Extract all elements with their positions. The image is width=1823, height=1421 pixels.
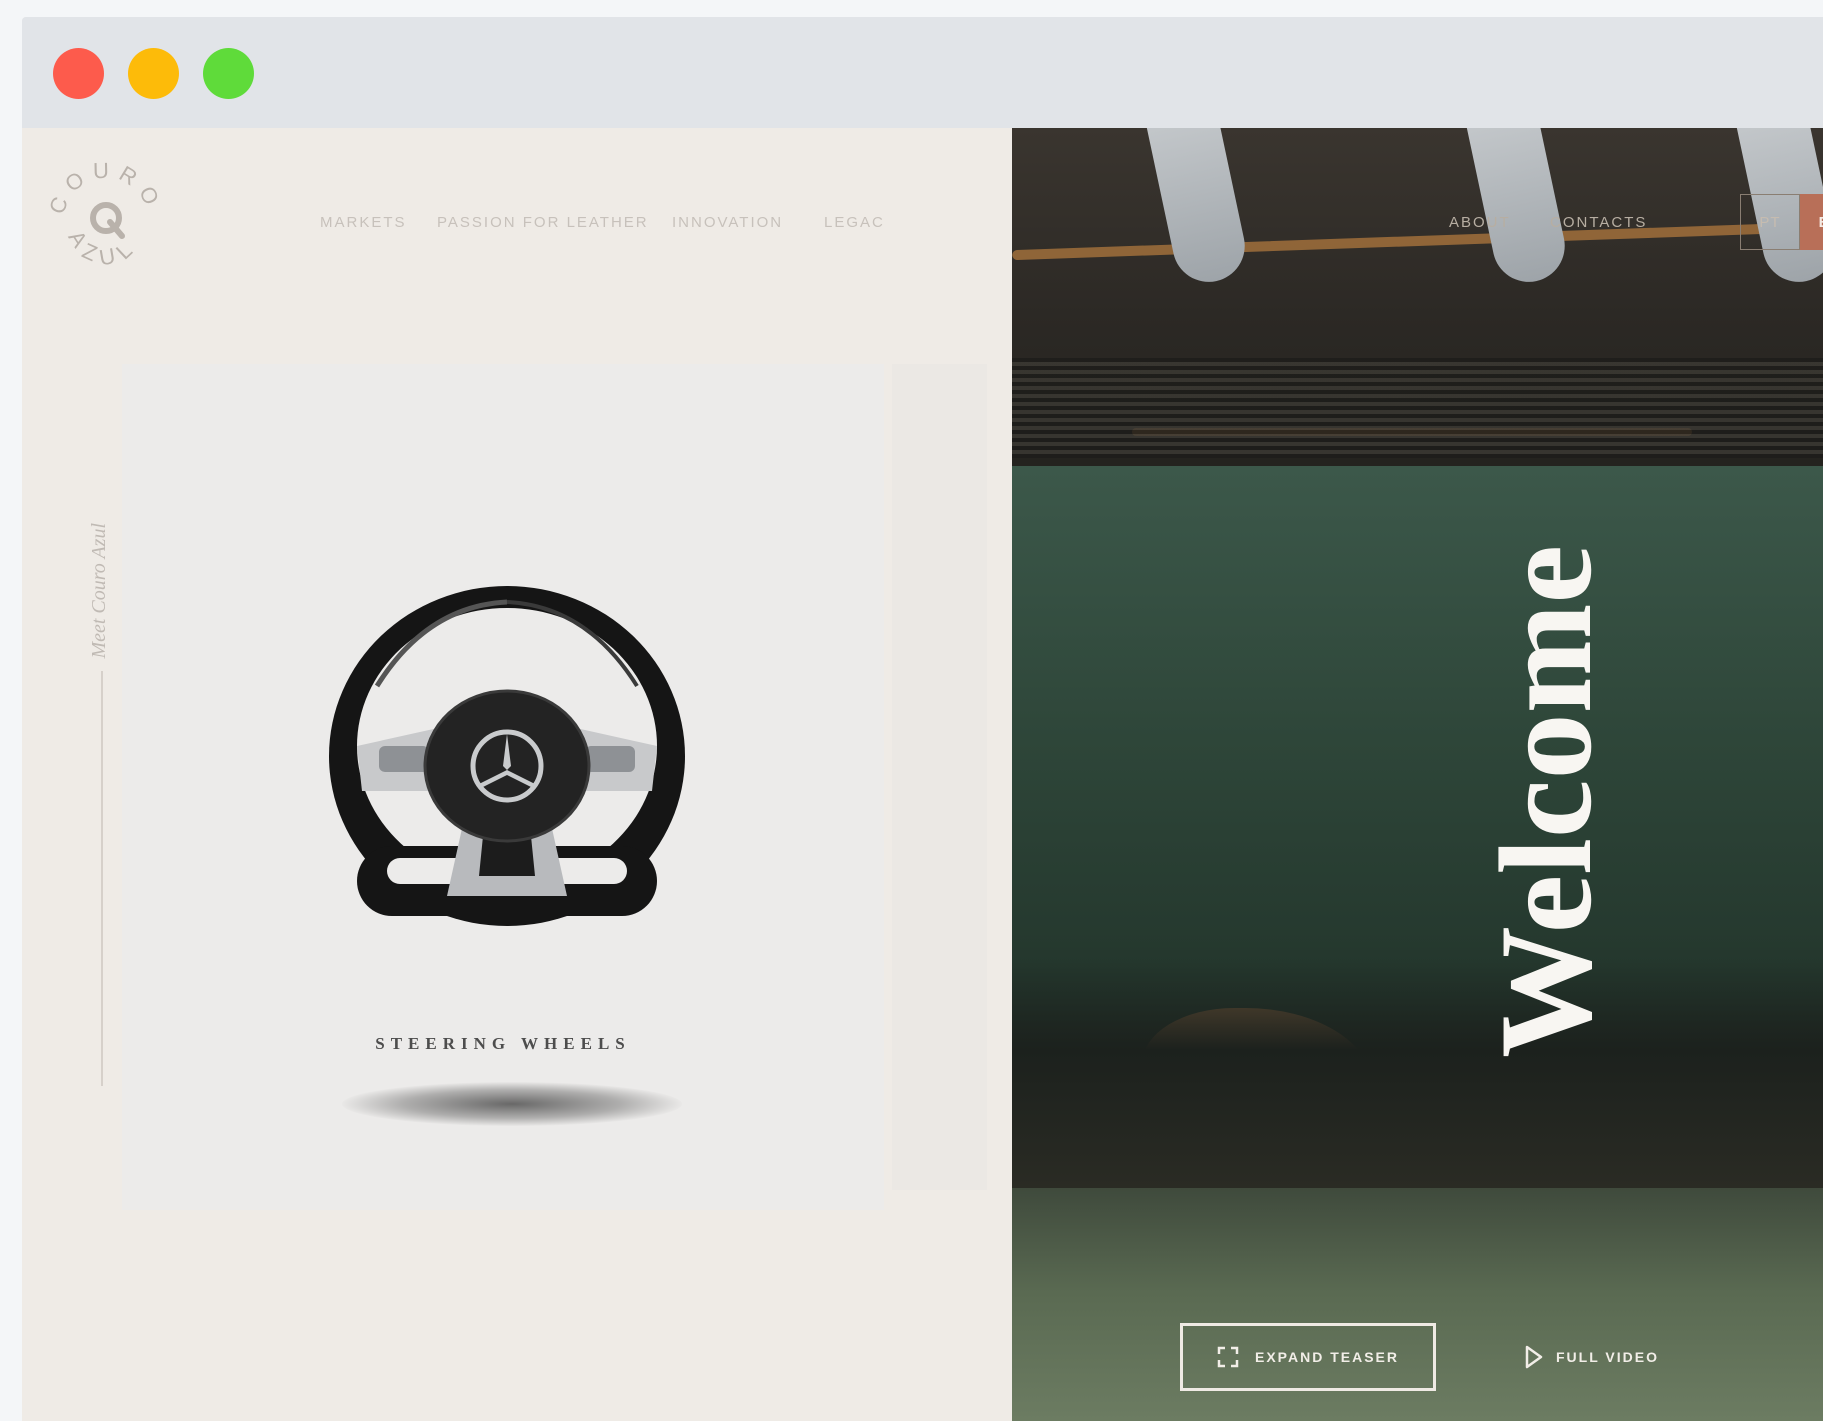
expand-teaser-label: EXPAND TEASER <box>1255 1349 1399 1365</box>
next-card-peek[interactable] <box>892 364 987 1190</box>
nav-legacy[interactable]: LEGAC <box>824 214 885 231</box>
side-label-meet-couro-azul[interactable]: Meet Couro Azul <box>88 523 111 659</box>
close-window-button[interactable] <box>53 48 104 99</box>
full-video-label: FULL VIDEO <box>1556 1349 1659 1365</box>
nav-passion-for-leather[interactable]: PASSION FOR LEATHER <box>437 214 649 231</box>
nav-contacts[interactable]: CONTACTS <box>1550 214 1647 231</box>
left-panel: COURO AZUL MARKETS PASSION FOR LEATHER I… <box>22 128 1012 1421</box>
leather-edge-shadow <box>1012 958 1823 1188</box>
expand-icon <box>1217 1346 1239 1368</box>
nav-innovation[interactable]: INNOVATION <box>672 214 783 231</box>
nav-about[interactable]: ABOUT <box>1449 214 1511 231</box>
hero-video-panel[interactable]: ABOUT CONTACTS PT EN Welcome EXPAND TEAS… <box>1012 128 1823 1421</box>
play-icon <box>1525 1345 1543 1369</box>
expand-teaser-button[interactable]: EXPAND TEASER <box>1180 1323 1436 1391</box>
side-divider-line <box>101 671 103 1086</box>
steering-wheel-image <box>329 586 685 926</box>
nav-markets[interactable]: MARKETS <box>320 214 407 231</box>
browser-window: COURO AZUL MARKETS PASSION FOR LEATHER I… <box>22 17 1823 1421</box>
product-caption: STEERING WHEELS <box>375 1034 631 1053</box>
maximize-window-button[interactable] <box>203 48 254 99</box>
brand-logo[interactable]: COURO AZUL <box>44 156 166 278</box>
browser-titlebar <box>22 17 1823 128</box>
svg-text:COURO: COURO <box>44 158 166 218</box>
lang-en-button[interactable]: EN <box>1800 194 1823 250</box>
couro-azul-logo-icon: COURO AZUL <box>44 158 166 271</box>
product-card[interactable]: STEERING WHEELS <box>122 364 884 1210</box>
full-video-button[interactable]: FULL VIDEO <box>1524 1323 1659 1391</box>
hero-title: Welcome <box>1472 544 1619 1058</box>
product-shadow <box>342 1082 682 1126</box>
lang-pt-button[interactable]: PT <box>1740 194 1800 250</box>
window-slats <box>1012 358 1823 458</box>
minimize-window-button[interactable] <box>128 48 179 99</box>
